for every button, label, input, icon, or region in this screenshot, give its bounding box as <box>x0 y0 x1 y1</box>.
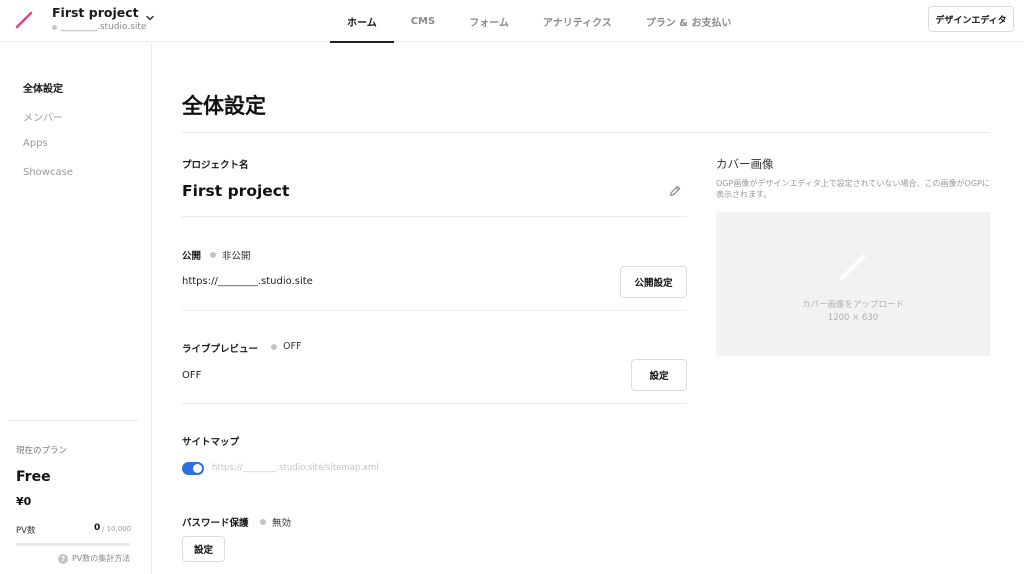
current-plan-label: 現在のプラン <box>16 446 68 456</box>
password-status: 無効 <box>260 515 291 529</box>
tab-plan-billing[interactable]: プラン & お支払い <box>629 0 749 42</box>
password-protection-label: パスワード保護 <box>182 518 249 529</box>
sidebar: 全体設定 メンバー Apps Showcase 現在のプラン Free ¥0 P… <box>0 43 152 574</box>
password-status-text: 無効 <box>272 518 292 529</box>
tab-analytics[interactable]: アナリティクス <box>526 0 629 42</box>
live-preview-settings-button[interactable]: 設定 <box>631 359 687 391</box>
project-url: ________.studio.site <box>52 22 146 32</box>
divider <box>182 403 687 404</box>
project-title[interactable]: First project <box>52 5 139 20</box>
cover-image-description: OGP画像がデザインエディタ上で設定されていない場合、この画像がOGPに表示され… <box>716 179 990 199</box>
pencil-icon[interactable] <box>668 184 682 198</box>
studio-logo-icon[interactable] <box>14 10 34 30</box>
divider <box>8 420 138 421</box>
pv-help-link[interactable]: ? PV数の集計方法 <box>58 553 130 564</box>
publish-status-text: 非公開 <box>222 251 251 262</box>
project-url-text: ________.studio.site <box>61 22 147 32</box>
live-preview-status-text: OFF <box>283 341 302 352</box>
chevron-down-icon[interactable] <box>144 12 156 24</box>
help-icon: ? <box>58 553 68 564</box>
cover-image-title: カバー画像 <box>716 157 774 171</box>
cover-image-upload-area[interactable]: カバー画像をアップロード 1200 × 630 <box>716 212 990 356</box>
project-name-label: プロジェクト名 <box>182 160 249 171</box>
pv-label: PV数 <box>16 526 36 536</box>
publish-status: 非公開 <box>210 248 251 262</box>
cover-upload-label: カバー画像をアップロード <box>801 300 904 310</box>
password-settings-button[interactable]: 設定 <box>182 536 225 562</box>
status-dot-icon <box>271 343 277 350</box>
main-tabs: ホーム CMS フォーム アナリティクス プラン & お支払い <box>330 0 749 43</box>
publish-label: 公開 <box>182 251 202 262</box>
pv-help-label: PV数の集計方法 <box>72 554 131 563</box>
top-header: First project ________.studio.site ホーム C… <box>0 0 1024 43</box>
sidebar-item-general-settings[interactable]: 全体設定 <box>23 80 63 95</box>
live-preview-status: OFF <box>271 341 301 352</box>
plan-name: Free <box>16 469 51 485</box>
toggle-knob <box>193 464 202 473</box>
status-dot-icon <box>210 252 216 258</box>
design-editor-button[interactable]: デザインエディタ <box>928 6 1014 32</box>
status-dot-icon <box>260 519 266 525</box>
tab-home[interactable]: ホーム <box>330 0 394 43</box>
sidebar-item-members[interactable]: メンバー <box>23 109 63 124</box>
sidebar-item-showcase[interactable]: Showcase <box>23 167 73 178</box>
pv-count: 0 <box>94 523 101 533</box>
sitemap-toggle[interactable] <box>182 462 204 475</box>
divider <box>182 132 990 133</box>
sitemap-label: サイトマップ <box>182 437 240 448</box>
live-preview-value: OFF <box>182 370 202 381</box>
tab-cms[interactable]: CMS <box>394 0 453 42</box>
status-dot-icon <box>52 24 57 30</box>
publish-settings-button[interactable]: 公開設定 <box>620 266 687 298</box>
divider <box>182 216 687 217</box>
publish-url: https://________.studio.site <box>182 276 313 287</box>
studio-logo-icon <box>840 254 866 280</box>
divider <box>182 310 687 311</box>
sidebar-item-apps[interactable]: Apps <box>23 138 48 149</box>
pv-progress-bar <box>16 543 130 546</box>
live-preview-label: ライブプレビュー <box>182 344 259 355</box>
cover-size-label: 1200 × 630 <box>827 313 879 323</box>
sitemap-url: https://________.studio.site/sitemap.xml <box>212 463 379 473</box>
plan-price: ¥0 <box>16 495 32 508</box>
tab-forms[interactable]: フォーム <box>452 0 526 42</box>
page-title: 全体設定 <box>182 94 266 118</box>
pv-max: / 10,000 <box>102 525 132 533</box>
project-name-value[interactable]: First project <box>182 182 289 200</box>
